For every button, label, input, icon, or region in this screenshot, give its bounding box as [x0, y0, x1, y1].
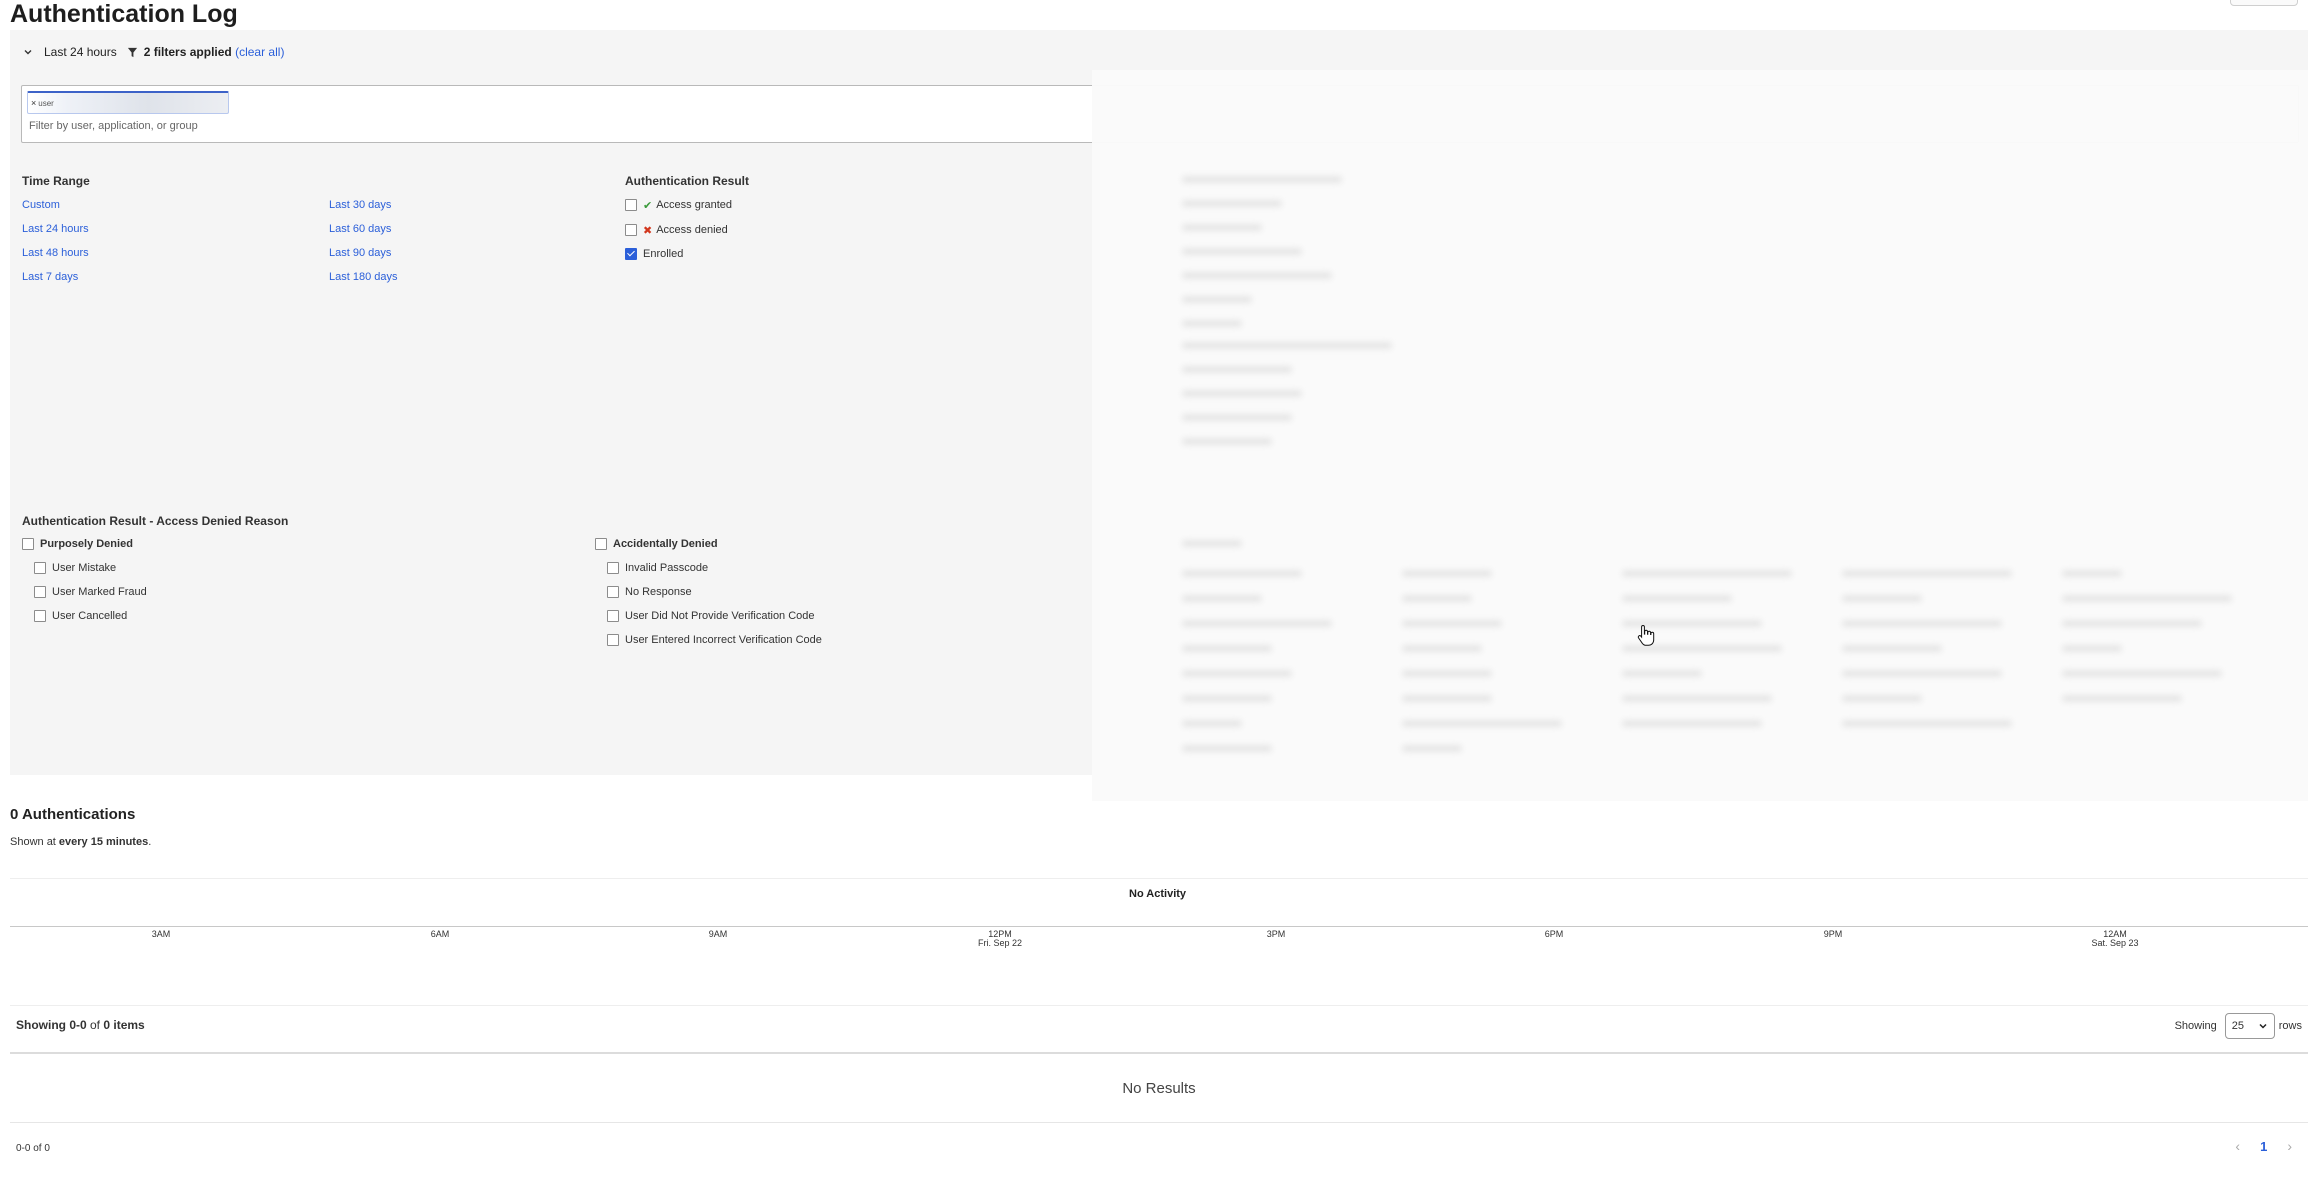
checkbox[interactable]: [34, 562, 46, 574]
chip-label: user: [38, 98, 54, 108]
timeline-tick: 6PM: [1545, 930, 1564, 939]
page-title: Authentication Log: [10, 0, 238, 28]
reason-no-response[interactable]: No Response: [607, 585, 692, 599]
timeline-tick-time: 3PM: [1266, 929, 1286, 939]
timeline-tick: 9PM: [1824, 930, 1843, 939]
rows-per-page: Showing 25 rows: [2175, 1013, 2302, 1039]
reason-user-mistake[interactable]: User Mistake: [34, 561, 116, 575]
checkbox[interactable]: [595, 538, 607, 550]
pagination: ‹ 1 ›: [2235, 1138, 2292, 1154]
checkbox[interactable]: [607, 634, 619, 646]
timeline-tick: 3PM: [1267, 930, 1286, 939]
timeline-tick-time: 3AM: [151, 929, 171, 939]
checkbox[interactable]: [607, 610, 619, 622]
hand-cursor-icon: [1637, 624, 1655, 646]
current-page[interactable]: 1: [2260, 1139, 2267, 1154]
shown-at-interval: Shown at every 15 minutes.: [10, 836, 152, 848]
search-input[interactable]: Filter by user, application, or group: [29, 120, 198, 132]
cross-icon: ✖: [643, 224, 653, 237]
timeline-tick-time: 6AM: [430, 929, 450, 939]
reason-user-marked-fraud[interactable]: User Marked Fraud: [34, 585, 147, 599]
timeline-tick-date: Fri. Sep 22: [977, 938, 1023, 948]
auth-result-title: Authentication Result: [625, 174, 750, 188]
timeline-tick-time: 9AM: [708, 929, 728, 939]
filter-chip[interactable]: × user: [27, 91, 229, 114]
checkbox[interactable]: [607, 562, 619, 574]
no-results: No Results: [1122, 1080, 1196, 1097]
time-range-180d[interactable]: Last 180 days: [329, 271, 398, 283]
auth-result-access-granted[interactable]: ✔ Access granted: [625, 198, 732, 212]
auth-result-enrolled[interactable]: Enrolled: [625, 247, 683, 261]
time-range-7d[interactable]: Last 7 days: [22, 271, 78, 283]
clear-all-link[interactable]: (clear all): [235, 45, 284, 59]
timeline-tick: 9AM: [709, 930, 728, 939]
time-range-60d[interactable]: Last 60 days: [329, 223, 391, 235]
timeline-tick-time: 9PM: [1823, 929, 1843, 939]
page-range: 0-0 of 0: [16, 1143, 50, 1154]
time-range-24h[interactable]: Last 24 hours: [22, 223, 89, 235]
timeline-tick: 12PM Fri. Sep 22: [978, 930, 1022, 948]
timeline-tick: 6AM: [431, 930, 450, 939]
reason-no-verification-code[interactable]: User Did Not Provide Verification Code: [607, 609, 815, 623]
time-range-30d[interactable]: Last 30 days: [329, 199, 391, 211]
timeline-tick-date: Sat. Sep 23: [2091, 938, 2139, 948]
checkbox[interactable]: [625, 224, 637, 236]
timeline-tick: 3AM: [152, 930, 171, 939]
purposely-denied[interactable]: Purposely Denied: [22, 537, 133, 551]
time-range-title: Time Range: [22, 174, 90, 188]
divider: [10, 1122, 2308, 1123]
rows-per-page-select[interactable]: 25: [2224, 1013, 2275, 1039]
results-bar: [10, 1005, 2308, 1054]
auth-result-access-denied[interactable]: ✖ Access denied: [625, 223, 728, 237]
chevron-right-icon[interactable]: ›: [2287, 1138, 2292, 1154]
authentications-count: 0 Authentications: [10, 806, 136, 823]
checkbox[interactable]: [34, 586, 46, 598]
time-range-summary: Last 24 hours: [44, 45, 117, 59]
checkbox[interactable]: [607, 586, 619, 598]
filter-summary[interactable]: Last 24 hours 2 filters applied (clear a…: [22, 44, 284, 60]
chevron-left-icon[interactable]: ‹: [2235, 1138, 2240, 1154]
remove-chip-icon[interactable]: ×: [31, 98, 36, 108]
showing-items: Showing 0-0 of 0 items: [16, 1018, 145, 1032]
timeline-axis: [10, 926, 2308, 927]
accidentally-denied[interactable]: Accidentally Denied: [595, 537, 718, 551]
check-icon: ✔: [643, 199, 653, 212]
timeline-tick: 12AM Sat. Sep 23: [2091, 930, 2138, 948]
filters-applied-count: 2 filters applied: [143, 45, 232, 59]
chevron-down-icon: [2259, 1023, 2267, 1029]
no-activity-label: No Activity: [1129, 888, 1187, 900]
top-right-button[interactable]: [2230, 0, 2298, 6]
chevron-down-icon[interactable]: [22, 46, 34, 58]
reason-user-cancelled[interactable]: User Cancelled: [34, 609, 127, 623]
checkbox-checked[interactable]: [625, 248, 637, 260]
blurred-region: [1092, 70, 2308, 801]
reason-invalid-passcode[interactable]: Invalid Passcode: [607, 561, 708, 575]
checkbox[interactable]: [625, 199, 637, 211]
time-range-48h[interactable]: Last 48 hours: [22, 247, 89, 259]
checkbox[interactable]: [22, 538, 34, 550]
timeline-tick-time: 6PM: [1544, 929, 1564, 939]
time-range-custom[interactable]: Custom: [22, 199, 60, 211]
funnel-icon: [127, 47, 137, 57]
reason-incorrect-verification-code[interactable]: User Entered Incorrect Verification Code: [607, 633, 822, 647]
denied-reason-title: Authentication Result - Access Denied Re…: [22, 514, 289, 528]
checkbox[interactable]: [34, 610, 46, 622]
time-range-90d[interactable]: Last 90 days: [329, 247, 391, 259]
